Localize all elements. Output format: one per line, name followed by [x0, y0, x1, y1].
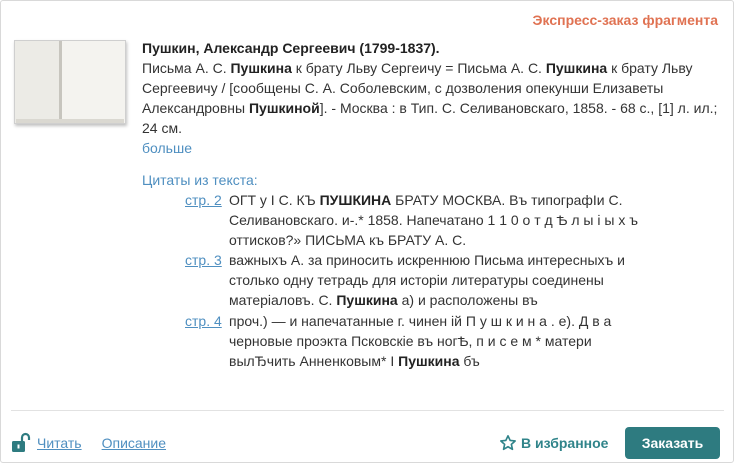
bottom-actions: Читать Описание — [11, 431, 186, 455]
thumbnail-edge — [16, 119, 124, 123]
thumbnail-spine — [59, 41, 62, 123]
book-info: Пушкин, Александр Сергеевич (1799-1837).… — [142, 38, 722, 158]
quote-highlight: Пушкина — [398, 353, 460, 369]
desc-highlight: Пушкиной — [248, 100, 320, 116]
divider — [11, 410, 724, 411]
unlock-icon — [11, 432, 31, 454]
more-link[interactable]: больше — [142, 138, 192, 158]
quote-highlight: Пушкина — [336, 292, 398, 308]
quote-text: ОГТ у І С. КЪ ПУШКИНА БРАТУ МОСКВА. Въ т… — [229, 190, 649, 250]
desc-highlight: Пушкина — [545, 60, 608, 76]
desc-highlight: Пушкина — [230, 60, 292, 76]
quote-part: бъ — [459, 353, 480, 369]
quote-highlight: ПУШКИНА — [319, 192, 392, 208]
quote-page-link[interactable]: стр. 3 — [185, 250, 222, 270]
desc-part: к брату Льву Сергеичу = Письма А. С. — [291, 60, 546, 76]
quote-part: ОГТ у І С. КЪ — [229, 192, 320, 208]
quote-text: проч.) — и напечатанные г. чинен ій П у … — [229, 311, 649, 371]
description-link[interactable]: Описание — [102, 435, 166, 451]
quote-part: а) и расположены въ — [397, 292, 538, 308]
quote-page-link[interactable]: стр. 2 — [185, 190, 222, 210]
quotes-heading: Цитаты из текста: — [142, 172, 258, 188]
quote-page-link[interactable]: стр. 4 — [185, 311, 222, 331]
search-result-card: Экспресс-заказ фрагмента Пушкин, Алексан… — [0, 0, 734, 463]
add-to-favorites-button[interactable]: В избранное — [499, 432, 608, 454]
book-thumbnail[interactable] — [14, 40, 126, 124]
favorites-label: В избранное — [521, 435, 609, 451]
read-link[interactable]: Читать — [37, 435, 82, 451]
desc-part: Письма А. С. — [142, 60, 231, 76]
thumbnail-left-page — [15, 41, 59, 123]
quote-text: важныхъ А. за приносить искреннюю Письма… — [229, 250, 649, 310]
star-outline-icon — [499, 434, 517, 452]
express-order-link[interactable]: Экспресс-заказ фрагмента — [533, 12, 718, 28]
book-description: Письма А. С. Пушкина к брату Льву Сергеи… — [142, 58, 722, 138]
order-button[interactable]: Заказать — [625, 427, 720, 459]
book-title[interactable]: Пушкин, Александр Сергеевич (1799-1837). — [142, 38, 722, 58]
